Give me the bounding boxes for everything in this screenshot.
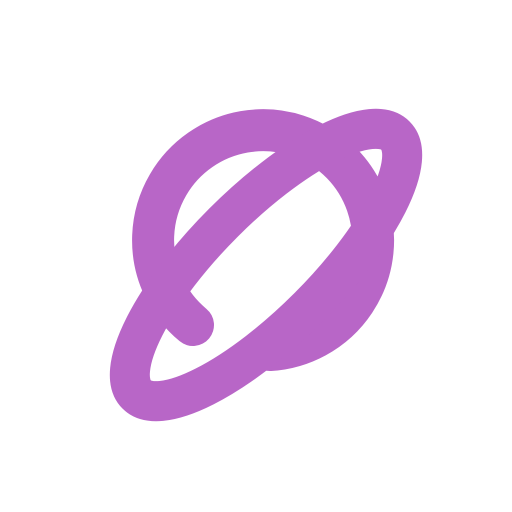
icon-canvas (0, 0, 512, 512)
planet-icon (0, 0, 512, 512)
planet-icon-svg (109, 108, 423, 422)
